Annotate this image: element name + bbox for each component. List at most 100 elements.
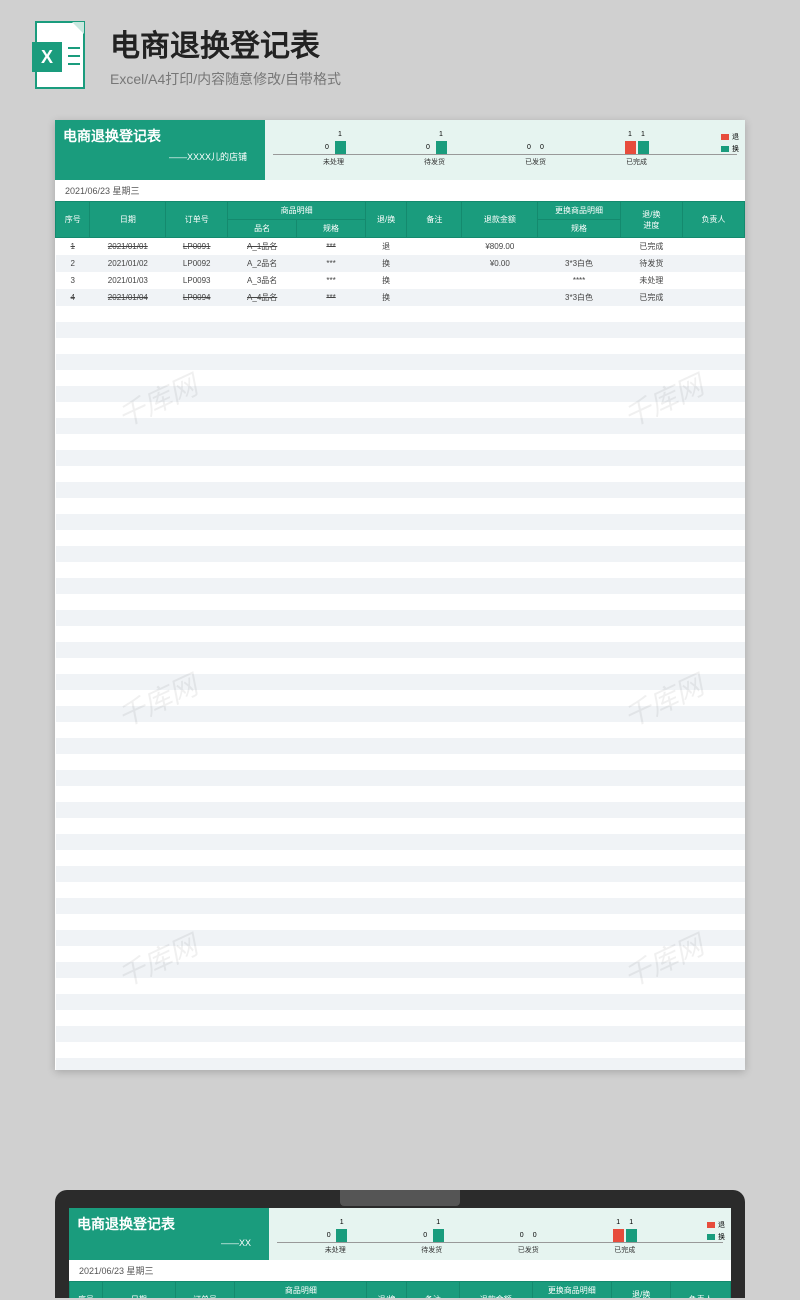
table-row-empty[interactable] xyxy=(56,306,745,322)
table-row-empty[interactable] xyxy=(56,770,745,786)
cell-date[interactable]: 2021/01/04 xyxy=(90,289,166,306)
table-row-empty[interactable] xyxy=(56,914,745,930)
cell-owner[interactable] xyxy=(682,289,744,306)
table-row-empty[interactable] xyxy=(56,738,745,754)
table-row-empty[interactable] xyxy=(56,546,745,562)
table-row-empty[interactable] xyxy=(56,562,745,578)
table-row-empty[interactable] xyxy=(56,1058,745,1070)
cell-date[interactable]: 2021/01/01 xyxy=(90,238,166,256)
cell-pspec[interactable]: *** xyxy=(297,289,366,306)
cell-seq[interactable]: 4 xyxy=(56,289,90,306)
cell-owner[interactable] xyxy=(682,272,744,289)
cell-seq[interactable]: 1 xyxy=(56,238,90,256)
table-row-empty[interactable] xyxy=(56,434,745,450)
cell-pname[interactable]: A_3品名 xyxy=(228,272,297,289)
table-row-empty[interactable] xyxy=(56,338,745,354)
table-row-empty[interactable] xyxy=(56,802,745,818)
cell-order[interactable]: LP0092 xyxy=(166,255,228,272)
cell-xspec[interactable]: 3*3白色 xyxy=(538,255,621,272)
cell-xspec[interactable]: 3*3白色 xyxy=(538,289,621,306)
cell-progress[interactable]: 未处理 xyxy=(620,272,682,289)
cell-order[interactable]: LP0094 xyxy=(166,289,228,306)
table-row-empty[interactable] xyxy=(56,722,745,738)
table-row-empty[interactable] xyxy=(56,594,745,610)
cell-pspec[interactable]: *** xyxy=(297,272,366,289)
cell-remark[interactable] xyxy=(407,238,462,256)
table-row-empty[interactable] xyxy=(56,898,745,914)
table-row-empty[interactable] xyxy=(56,1026,745,1042)
table-row-empty[interactable] xyxy=(56,610,745,626)
table-row-empty[interactable] xyxy=(56,834,745,850)
cell-pspec[interactable]: *** xyxy=(297,238,366,256)
table-row-empty[interactable] xyxy=(56,578,745,594)
table-row-empty[interactable] xyxy=(56,786,745,802)
table-row-empty[interactable] xyxy=(56,818,745,834)
chart-legend: 退 换 xyxy=(721,132,739,156)
table-row-empty[interactable] xyxy=(56,994,745,1010)
table-row-empty[interactable] xyxy=(56,322,745,338)
cell-pname[interactable]: A_2品名 xyxy=(228,255,297,272)
table-row-empty[interactable] xyxy=(56,354,745,370)
table-row-empty[interactable] xyxy=(56,530,745,546)
cell-type[interactable]: 换 xyxy=(366,289,407,306)
table-row-empty[interactable] xyxy=(56,866,745,882)
cell-seq[interactable]: 2 xyxy=(56,255,90,272)
table-row-empty[interactable] xyxy=(56,498,745,514)
table-row-empty[interactable] xyxy=(56,690,745,706)
cell-type[interactable]: 换 xyxy=(366,272,407,289)
table-row-empty[interactable] xyxy=(56,450,745,466)
cell-owner[interactable] xyxy=(682,238,744,256)
table-row-empty[interactable] xyxy=(56,626,745,642)
table-row-empty[interactable] xyxy=(56,642,745,658)
table-row-empty[interactable] xyxy=(56,882,745,898)
table-row-empty[interactable] xyxy=(56,946,745,962)
table-row-empty[interactable] xyxy=(56,754,745,770)
legend-swatch-return xyxy=(721,134,729,140)
cell-order[interactable]: LP0093 xyxy=(166,272,228,289)
cell-pname[interactable]: A_1品名 xyxy=(228,238,297,256)
table-row-empty[interactable] xyxy=(56,658,745,674)
table-row-empty[interactable] xyxy=(56,418,745,434)
table-row-empty[interactable] xyxy=(56,1042,745,1058)
table-row[interactable]: 42021/01/04LP0094A_4品名***换 3*3白色已完成 xyxy=(56,289,745,306)
cell-seq[interactable]: 3 xyxy=(56,272,90,289)
table-row-empty[interactable] xyxy=(56,674,745,690)
cell-xspec[interactable]: **** xyxy=(538,272,621,289)
table-row-empty[interactable] xyxy=(56,962,745,978)
cell-remark[interactable] xyxy=(407,289,462,306)
table-row-empty[interactable] xyxy=(56,466,745,482)
table-row-empty[interactable] xyxy=(56,706,745,722)
table-row-empty[interactable] xyxy=(56,482,745,498)
table-row-empty[interactable] xyxy=(56,386,745,402)
table-row-empty[interactable] xyxy=(56,514,745,530)
cell-refund[interactable]: ¥809.00 xyxy=(462,238,538,256)
cell-date[interactable]: 2021/01/03 xyxy=(90,272,166,289)
cell-date[interactable]: 2021/01/02 xyxy=(90,255,166,272)
cell-pname[interactable]: A_4品名 xyxy=(228,289,297,306)
cell-xspec[interactable] xyxy=(538,238,621,256)
table-row[interactable]: 12021/01/01LP0091A_1品名***退 ¥809.00 已完成 xyxy=(56,238,745,256)
cell-refund[interactable]: ¥0.00 xyxy=(462,255,538,272)
table-row-empty[interactable] xyxy=(56,1010,745,1026)
cell-owner[interactable] xyxy=(682,255,744,272)
cell-progress[interactable]: 已完成 xyxy=(620,289,682,306)
table-row[interactable]: 22021/01/02LP0092A_2品名***换 ¥0.003*3白色待发货 xyxy=(56,255,745,272)
table-row-empty[interactable] xyxy=(56,370,745,386)
cell-type[interactable]: 退 xyxy=(366,238,407,256)
chart-category-label: 未处理 xyxy=(325,1245,346,1255)
cell-remark[interactable] xyxy=(407,255,462,272)
legend-return: 退 xyxy=(732,132,739,142)
table-row[interactable]: 32021/01/03LP0093A_3品名***换 ****未处理 xyxy=(56,272,745,289)
cell-pspec[interactable]: *** xyxy=(297,255,366,272)
table-row-empty[interactable] xyxy=(56,850,745,866)
cell-refund[interactable] xyxy=(462,289,538,306)
table-row-empty[interactable] xyxy=(56,978,745,994)
cell-progress[interactable]: 待发货 xyxy=(620,255,682,272)
cell-type[interactable]: 换 xyxy=(366,255,407,272)
cell-refund[interactable] xyxy=(462,272,538,289)
table-row-empty[interactable] xyxy=(56,930,745,946)
cell-progress[interactable]: 已完成 xyxy=(620,238,682,256)
cell-remark[interactable] xyxy=(407,272,462,289)
cell-order[interactable]: LP0091 xyxy=(166,238,228,256)
table-row-empty[interactable] xyxy=(56,402,745,418)
